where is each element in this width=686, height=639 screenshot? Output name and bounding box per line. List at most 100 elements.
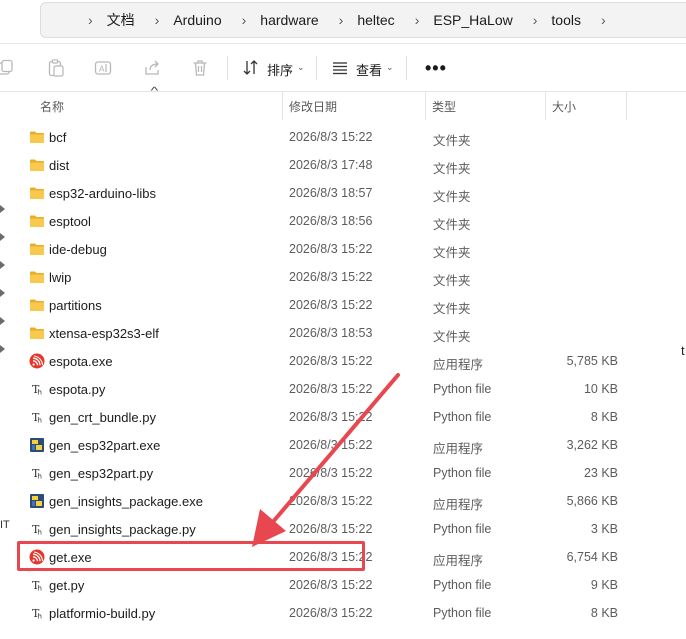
copy-icon[interactable] xyxy=(0,58,16,78)
file-row[interactable]: Th gen_esp32part.py 2026/8/3 15:22 Python f… xyxy=(20,459,626,487)
sort-button[interactable]: 排序 xyxy=(267,60,293,79)
file-name[interactable]: dist xyxy=(49,158,69,173)
column-header-size[interactable]: 大小 xyxy=(552,92,576,120)
chevron-right-icon[interactable]: › xyxy=(242,12,247,28)
file-row[interactable]: esp32-arduino-libs 2026/8/3 18:57 文件夹 xyxy=(20,179,626,207)
file-row[interactable]: espota.exe 2026/8/3 15:22 应用程序 5,785 KB xyxy=(20,347,626,375)
chevron-right-icon[interactable]: › xyxy=(533,12,538,28)
file-row[interactable]: bcf 2026/8/3 15:22 文件夹 xyxy=(20,123,626,151)
file-date: 2026/8/3 15:22 xyxy=(289,382,373,396)
file-type: Python file xyxy=(433,382,492,396)
chevron-right-icon[interactable]: › xyxy=(601,12,606,28)
chevron-down-icon[interactable]: ⌄ xyxy=(297,62,305,73)
column-divider[interactable] xyxy=(282,92,283,120)
file-name[interactable]: gen_insights_package.exe xyxy=(49,494,203,509)
file-name[interactable]: esp32-arduino-libs xyxy=(49,186,156,201)
file-row[interactable]: gen_insights_package.exe 2026/8/3 15:22 应用… xyxy=(20,487,626,515)
expand-arrow-icon[interactable] xyxy=(0,204,6,214)
expand-arrow-icon[interactable] xyxy=(0,316,6,326)
svg-text:h: h xyxy=(38,585,42,593)
file-row[interactable]: xtensa-esp32s3-elf 2026/8/3 18:53 文件夹 xyxy=(20,319,626,347)
file-row[interactable]: Th gen_crt_bundle.py 2026/8/3 15:22 Python … xyxy=(20,403,626,431)
python-file-icon: Th xyxy=(29,409,45,425)
view-icon[interactable] xyxy=(330,58,350,78)
breadcrumb-item[interactable]: 文档 xyxy=(107,10,135,30)
expand-arrow-icon[interactable] xyxy=(0,288,6,298)
file-row[interactable]: Th espota.py 2026/8/3 15:22 Python file 10 K… xyxy=(20,375,626,403)
file-name[interactable]: platformio-build.py xyxy=(49,606,155,621)
chevron-right-icon[interactable]: › xyxy=(88,12,93,28)
breadcrumb-item[interactable]: Arduino xyxy=(173,12,221,28)
file-type: 文件夹 xyxy=(433,274,471,288)
file-size: 10 KB xyxy=(583,382,618,396)
file-name[interactable]: gen_esp32part.py xyxy=(49,466,153,481)
file-type: 文件夹 xyxy=(433,246,471,260)
column-divider[interactable] xyxy=(425,92,426,120)
file-type: Python file xyxy=(433,578,492,592)
file-type: 应用程序 xyxy=(433,358,484,372)
rename-icon[interactable]: A xyxy=(93,58,113,78)
file-row[interactable]: ide-debug 2026/8/3 15:22 文件夹 xyxy=(20,235,626,263)
file-row[interactable]: Th get.py 2026/8/3 15:22 Python file 9 KB xyxy=(20,571,626,599)
folder-icon xyxy=(29,325,45,341)
paste-icon[interactable] xyxy=(46,58,66,78)
file-size: 8 KB xyxy=(590,606,618,620)
sort-ascending-indicator: ^ xyxy=(150,86,159,97)
file-name[interactable]: get.py xyxy=(49,578,84,593)
nav-pane-label-fragment[interactable]: IT xyxy=(0,519,10,531)
svg-text:h: h xyxy=(38,529,42,537)
file-date: 2026/8/3 15:22 xyxy=(289,438,373,452)
chevron-right-icon[interactable]: › xyxy=(155,12,160,28)
column-header-type[interactable]: 类型 xyxy=(432,92,456,120)
chevron-down-icon[interactable]: ⌄ xyxy=(386,62,394,73)
file-name[interactable]: gen_insights_package.py xyxy=(49,522,196,537)
file-date: 2026/8/3 15:22 xyxy=(289,466,373,480)
file-date: 2026/8/3 15:22 xyxy=(289,578,373,592)
file-name[interactable]: esptool xyxy=(49,214,91,229)
breadcrumb-item[interactable]: heltec xyxy=(357,12,394,28)
file-name[interactable]: xtensa-esp32s3-elf xyxy=(49,326,159,341)
view-button[interactable]: 查看 xyxy=(356,60,382,79)
svg-text:h: h xyxy=(38,613,42,621)
details-pane-text-fragment: t xyxy=(681,343,685,358)
expand-arrow-icon[interactable] xyxy=(0,260,6,270)
sort-icon[interactable] xyxy=(241,58,261,78)
file-date: 2026/8/3 15:22 xyxy=(289,242,373,256)
share-icon[interactable] xyxy=(142,58,162,78)
file-name[interactable]: ide-debug xyxy=(49,242,107,257)
expand-arrow-icon[interactable] xyxy=(0,232,6,242)
file-name[interactable]: gen_esp32part.exe xyxy=(49,438,160,453)
column-divider[interactable] xyxy=(626,92,627,120)
chevron-right-icon[interactable]: › xyxy=(415,12,420,28)
file-row[interactable]: esptool 2026/8/3 18:56 文件夹 xyxy=(20,207,626,235)
file-type: 文件夹 xyxy=(433,190,471,204)
column-header-date[interactable]: 修改日期 xyxy=(289,92,337,120)
file-name[interactable]: lwip xyxy=(49,270,71,285)
folder-icon xyxy=(29,157,45,173)
file-row[interactable]: Th platformio-build.py 2026/8/3 15:22 Pytho… xyxy=(20,599,626,627)
delete-icon[interactable] xyxy=(190,58,210,78)
breadcrumb-item[interactable]: tools xyxy=(551,12,581,28)
file-type: 文件夹 xyxy=(433,330,471,344)
more-options-button[interactable]: ••• xyxy=(425,58,447,79)
file-row[interactable]: Th gen_insights_package.py 2026/8/3 15:22 P… xyxy=(20,515,626,543)
file-name[interactable]: gen_crt_bundle.py xyxy=(49,410,156,425)
column-divider[interactable] xyxy=(545,92,546,120)
file-name[interactable]: partitions xyxy=(49,298,102,313)
breadcrumb-item[interactable]: hardware xyxy=(260,12,318,28)
file-name[interactable]: espota.exe xyxy=(49,354,113,369)
file-date: 2026/8/3 15:22 xyxy=(289,354,373,368)
address-bar: › 文档 › Arduino › hardware › heltec › ESP… xyxy=(0,0,686,44)
file-name[interactable]: bcf xyxy=(49,130,66,145)
folder-icon xyxy=(29,129,45,145)
file-name[interactable]: espota.py xyxy=(49,382,105,397)
expand-arrow-icon[interactable] xyxy=(0,344,6,354)
file-row[interactable]: partitions 2026/8/3 15:22 文件夹 xyxy=(20,291,626,319)
breadcrumb-item[interactable]: ESP_HaLow xyxy=(433,12,512,28)
file-type: 文件夹 xyxy=(433,162,471,176)
file-row[interactable]: dist 2026/8/3 17:48 文件夹 xyxy=(20,151,626,179)
column-header-name[interactable]: 名称 xyxy=(40,92,64,120)
chevron-right-icon[interactable]: › xyxy=(339,12,344,28)
file-row[interactable]: lwip 2026/8/3 15:22 文件夹 xyxy=(20,263,626,291)
file-row[interactable]: gen_esp32part.exe 2026/8/3 15:22 应用程序 3,262… xyxy=(20,431,626,459)
